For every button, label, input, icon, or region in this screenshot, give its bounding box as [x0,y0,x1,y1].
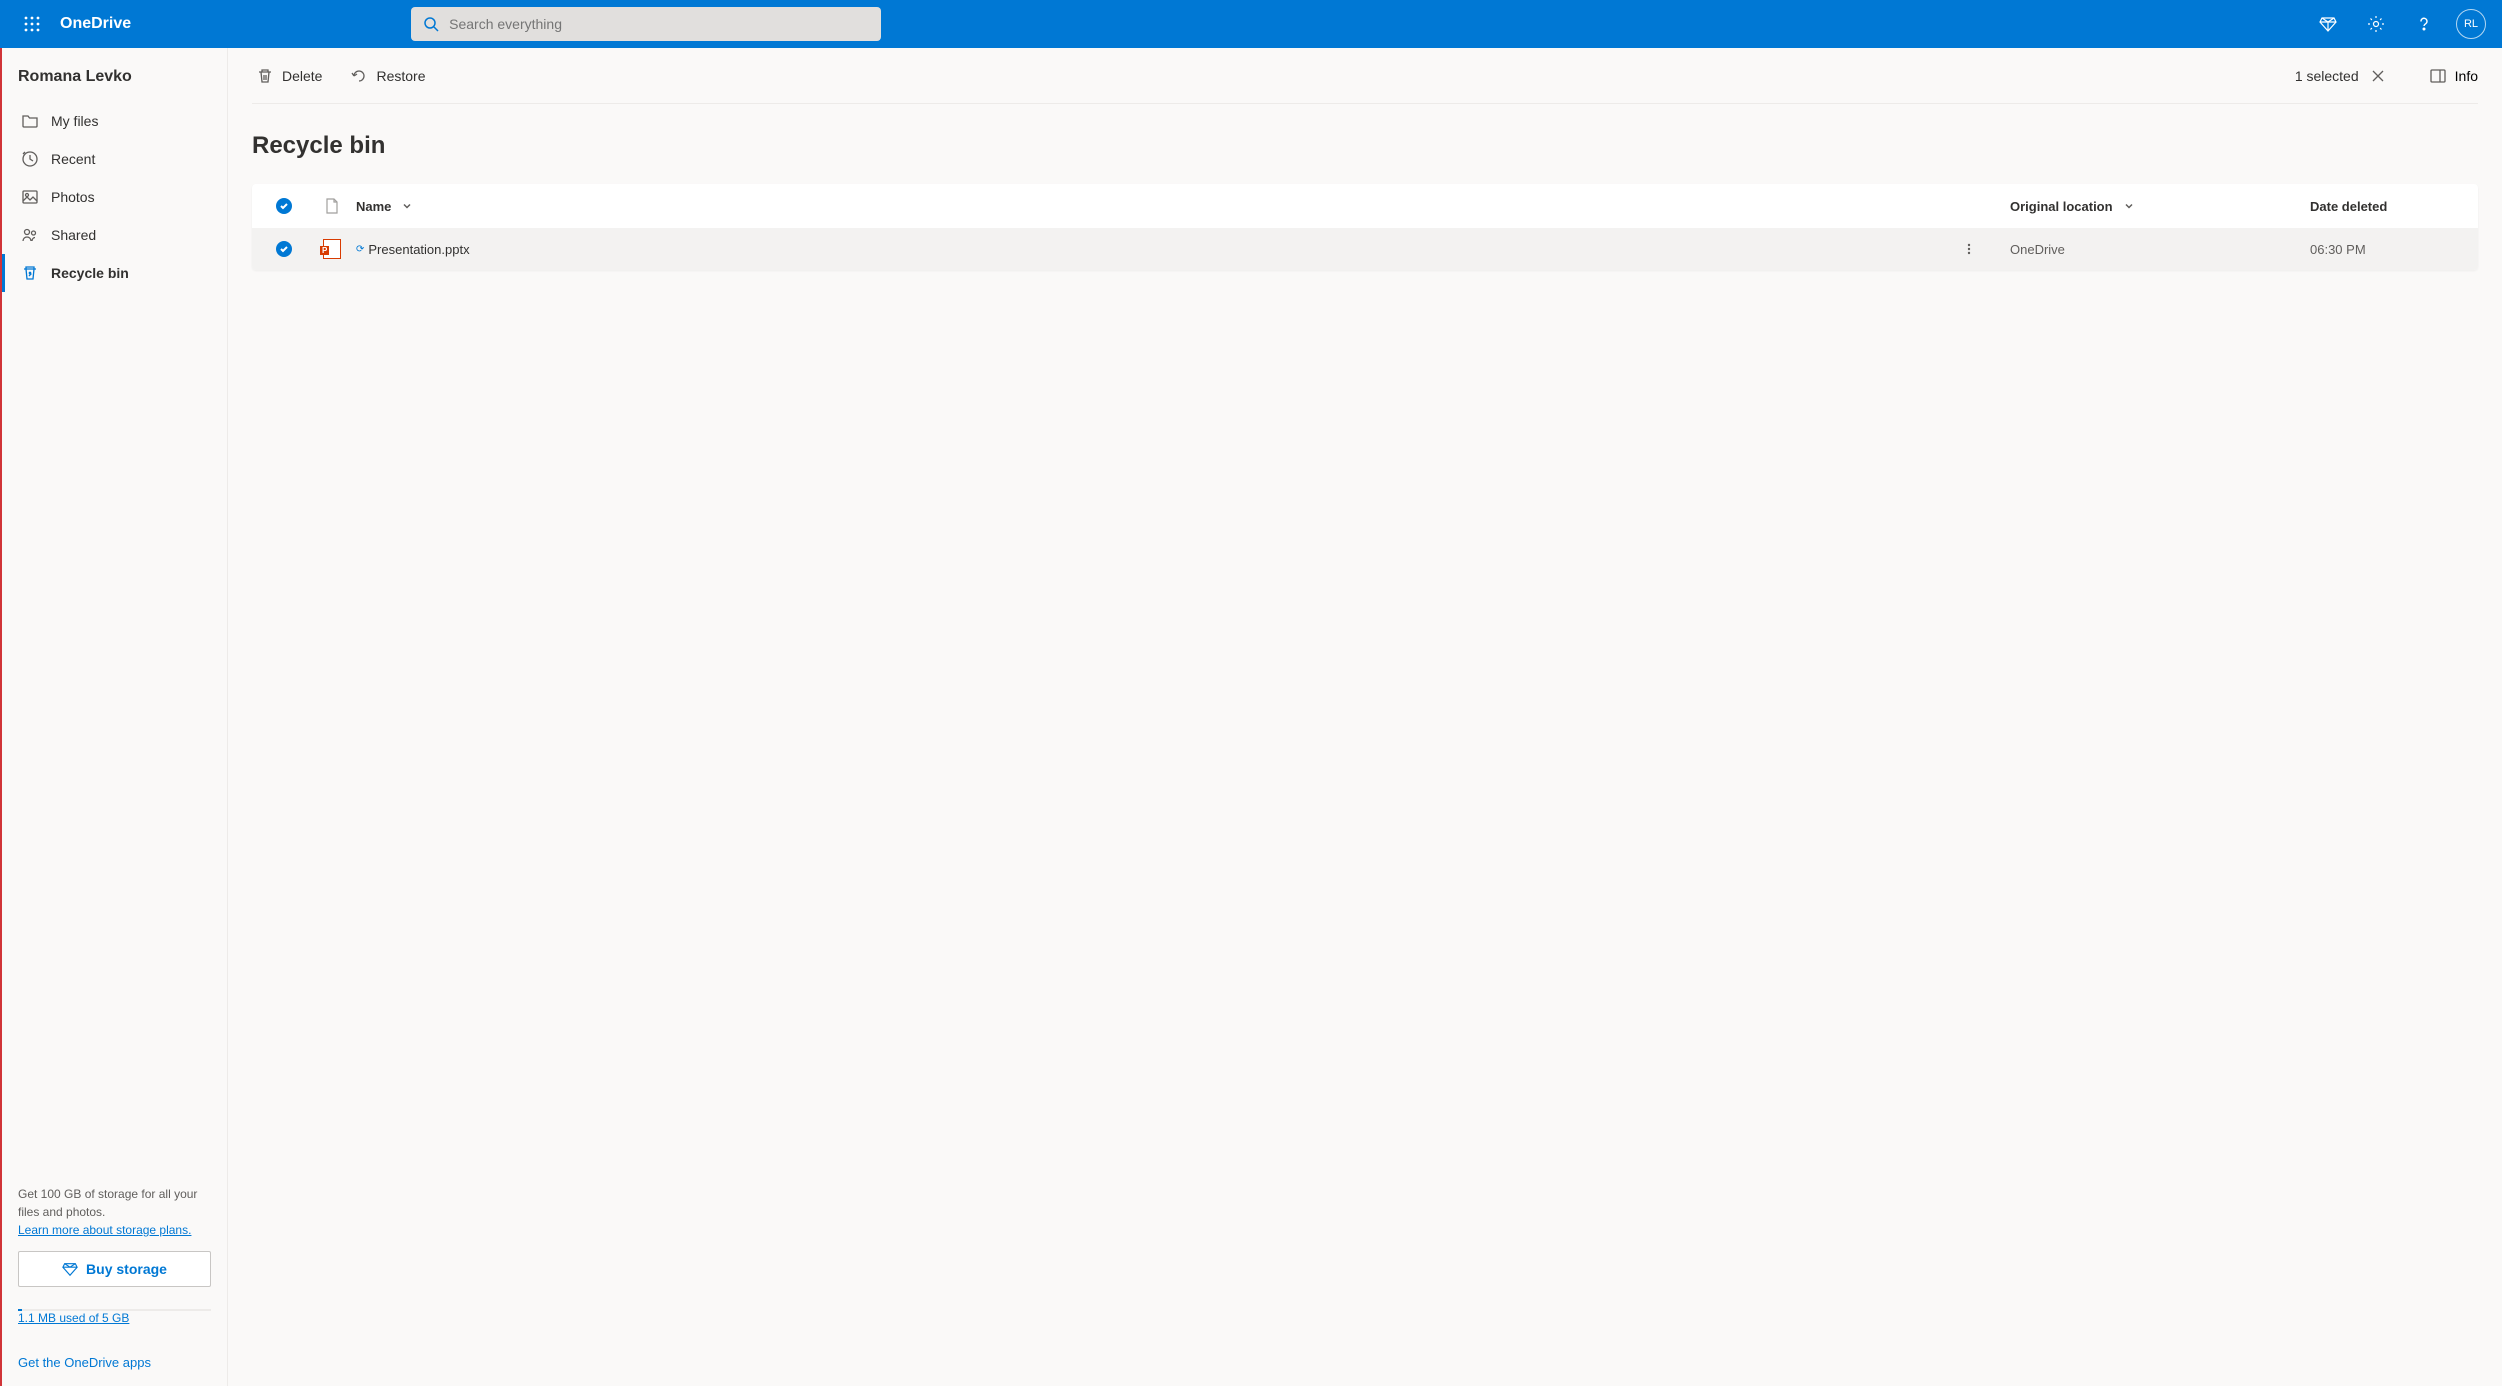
diamond-icon [62,1261,78,1277]
help-button[interactable] [2408,8,2440,40]
check-icon [279,201,289,211]
clock-icon [21,150,39,168]
app-launcher-button[interactable] [12,4,52,44]
sidebar-item-recyclebin[interactable]: Recycle bin [2,254,227,292]
settings-button[interactable] [2360,8,2392,40]
selected-count-text: 1 selected [2295,68,2359,84]
sidebar-item-myfiles[interactable]: My files [2,102,227,140]
sidebar-item-label: Recent [51,151,95,167]
more-vertical-icon [1962,242,1976,256]
app-header: OneDrive RL [0,0,2502,48]
premium-button[interactable] [2312,8,2344,40]
column-header-name[interactable]: Name [356,199,1962,214]
main-content: Delete Restore 1 selected Info [228,48,2502,1386]
recycle-icon [21,264,39,282]
buy-storage-label: Buy storage [86,1261,167,1277]
column-location-label: Original location [2010,199,2113,214]
sidebar-item-label: My files [51,113,98,129]
column-name-label: Name [356,199,391,214]
selection-status: 1 selected [2295,65,2389,87]
sync-icon: ⟳ [356,244,364,255]
restore-button[interactable]: Restore [346,61,429,91]
delete-label: Delete [282,68,322,84]
buy-storage-button[interactable]: Buy storage [18,1251,211,1287]
storage-learn-link[interactable]: Learn more about storage plans. [18,1223,191,1237]
powerpoint-icon [323,239,341,259]
undo-icon [350,67,368,85]
column-date-label: Date deleted [2310,199,2387,214]
user-name: Romana Levko [2,68,227,102]
photo-icon [21,188,39,206]
search-box[interactable] [411,7,881,41]
file-type-column-icon [308,198,356,214]
row-checkbox[interactable] [276,241,292,257]
select-all-checkbox[interactable] [276,198,292,214]
sidebar-item-shared[interactable]: Shared [2,216,227,254]
sidebar-item-recent[interactable]: Recent [2,140,227,178]
row-more-button[interactable] [1962,242,2010,256]
storage-bar [18,1309,211,1311]
sidebar-item-label: Photos [51,189,95,205]
file-date-cell: 06:30 PM [2310,242,2470,257]
file-table: Name Original location Date deleted [252,184,2478,270]
brand-label[interactable]: OneDrive [60,15,131,33]
get-apps-link[interactable]: Get the OneDrive apps [18,1355,211,1370]
account-avatar[interactable]: RL [2456,9,2486,39]
info-button[interactable]: Info [2429,67,2478,85]
folder-icon [21,112,39,130]
question-icon [2415,15,2433,33]
file-name-cell[interactable]: ⟳ Presentation.pptx [356,242,1962,257]
column-header-location[interactable]: Original location [2010,199,2310,214]
check-icon [279,244,289,254]
trash-icon [256,67,274,85]
clear-selection-button[interactable] [2367,65,2389,87]
file-icon [325,198,339,214]
file-location-cell: OneDrive [2010,242,2310,257]
gear-icon [2367,15,2385,33]
search-input[interactable] [449,16,869,32]
restore-label: Restore [376,68,425,84]
sidebar-item-label: Recycle bin [51,265,129,281]
search-icon [423,16,439,32]
close-icon [2371,69,2385,83]
file-name-text: Presentation.pptx [368,242,469,257]
page-title: Recycle bin [252,132,2478,160]
sidebar: Romana Levko My files Recent Photos Shar… [0,48,228,1386]
table-header-row: Name Original location Date deleted [252,184,2478,228]
info-panel-icon [2429,67,2447,85]
info-label: Info [2455,68,2478,84]
table-row[interactable]: ⟳ Presentation.pptx OneDrive 06:30 PM [252,228,2478,270]
sidebar-item-photos[interactable]: Photos [2,178,227,216]
storage-promo-text: Get 100 GB of storage for all your files… [18,1185,211,1221]
people-icon [21,226,39,244]
chevron-down-icon [401,200,413,212]
diamond-icon [2319,15,2337,33]
column-header-date[interactable]: Date deleted [2310,199,2470,214]
sidebar-item-label: Shared [51,227,96,243]
toolbar: Delete Restore 1 selected Info [252,48,2478,104]
storage-used-link[interactable]: 1.1 MB used of 5 GB [18,1311,129,1325]
waffle-icon [24,16,40,32]
delete-button[interactable]: Delete [252,61,326,91]
chevron-down-icon [2123,200,2135,212]
